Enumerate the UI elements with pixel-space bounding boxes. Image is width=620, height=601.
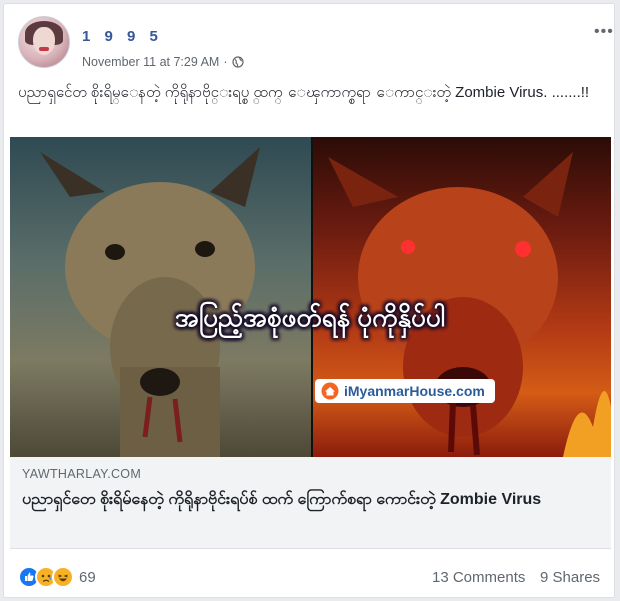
link-preview[interactable]: YAWTHARLAY.COM ပညာရှင်တေ စိုးရိမ်နေတဲ့ က…: [10, 457, 611, 549]
avatar[interactable]: [18, 16, 70, 68]
watermark-logo: iMyanmarHouse.com: [315, 379, 495, 403]
link-domain: YAWTHARLAY.COM: [22, 467, 142, 481]
shares-count-link[interactable]: 9 Shares: [540, 569, 600, 586]
post-menu-button[interactable]: •••: [594, 23, 614, 41]
reaction-count: 69: [79, 568, 96, 586]
haha-icon: [52, 566, 74, 588]
reactions-summary[interactable]: 69: [18, 566, 96, 588]
post-meta: November 11 at 7:29 AM ·: [82, 55, 244, 69]
globe-icon[interactable]: [231, 56, 244, 68]
image-overlay-text: အပြည့်အစုံဖတ်ရန် ပုံကိုနှိပ်ပါ: [174, 302, 446, 332]
house-icon: [321, 382, 339, 400]
avatar-lip: [39, 47, 49, 51]
post-image[interactable]: အပြည့်အစုံဖတ်ရန် ပုံကိုနှိပ်ပါ iMyanmarH…: [10, 137, 611, 457]
watermark-text: iMyanmarHouse.com: [344, 383, 485, 399]
comments-count-link[interactable]: 13 Comments: [432, 569, 525, 586]
author-name[interactable]: 1 9 9 5: [82, 28, 163, 45]
meta-separator: ·: [223, 55, 228, 69]
post-timestamp[interactable]: November 11 at 7:29 AM: [82, 55, 219, 69]
link-title[interactable]: ပညာရှင်တေ စိုးရိမ်နေတဲ့ ကိုရိုနာဗိုင်းရပ…: [22, 489, 582, 510]
post-card: 1 9 9 5 November 11 at 7:29 AM · ••• ပညာ…: [3, 3, 615, 598]
post-text: ပညာရှင်ေတ စိုးရိမ္ေနတဲ့ ကိုရိုနာဗိုင္းရပ…: [18, 84, 590, 101]
